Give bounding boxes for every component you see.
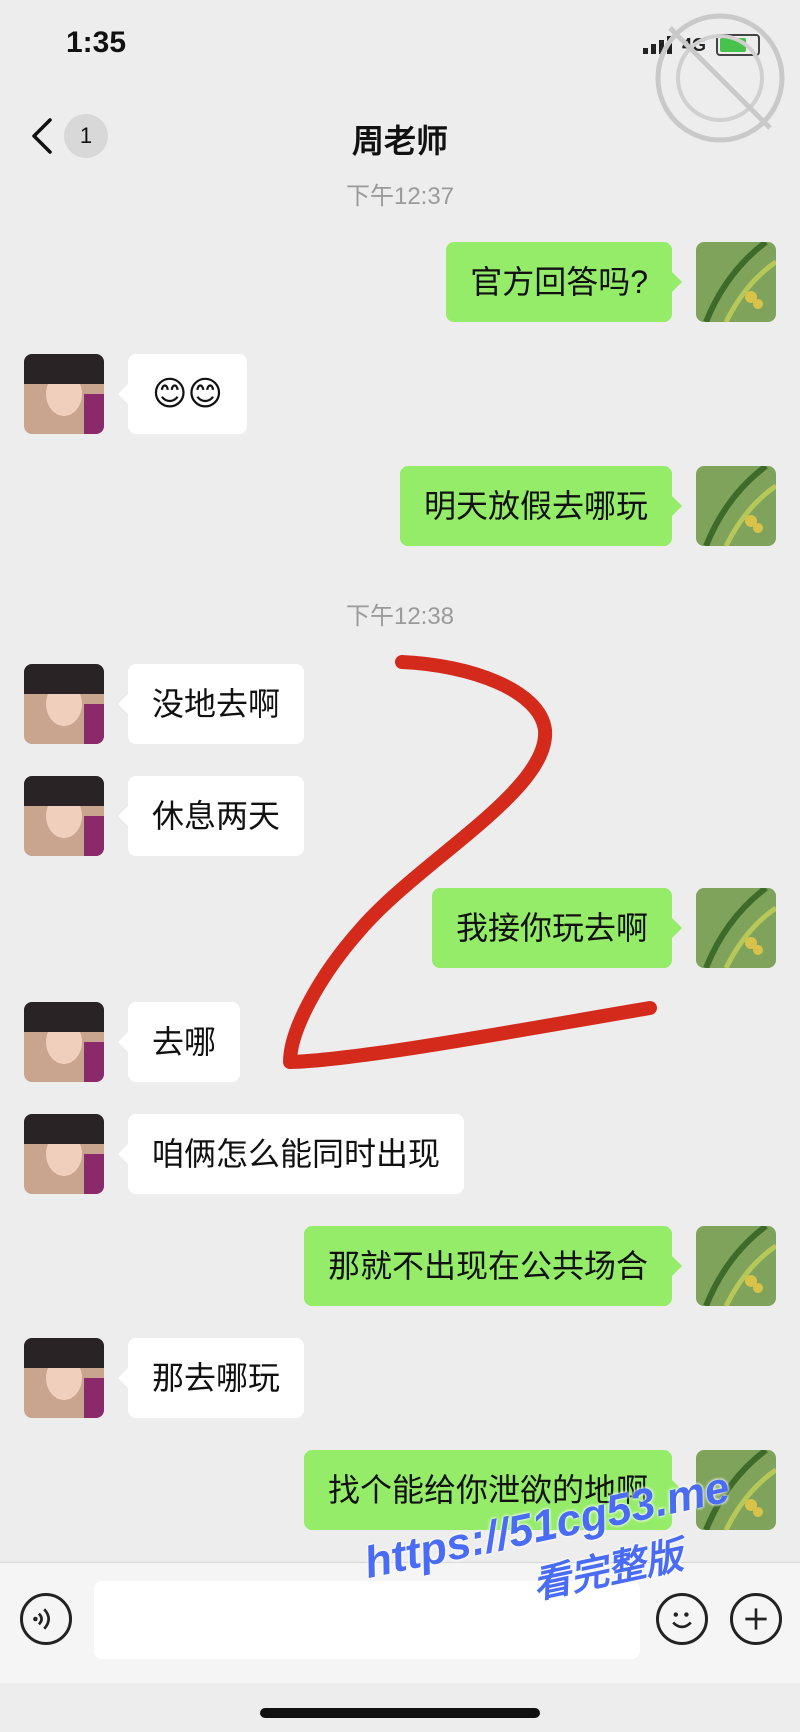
- contact-avatar[interactable]: [24, 1002, 104, 1082]
- message-row: 那就不出现在公共场合: [0, 1226, 800, 1306]
- message-bubble[interactable]: 咱俩怎么能同时出现: [117, 1114, 465, 1194]
- message-timestamp: 下午12:37: [345, 183, 455, 210]
- my-avatar[interactable]: [696, 888, 776, 968]
- message-bubble[interactable]: 去哪: [117, 1002, 241, 1082]
- message-timestamp: 下午12:38: [345, 603, 455, 630]
- message-bubble[interactable]: 休息两天: [117, 776, 305, 856]
- contact-avatar[interactable]: [24, 1338, 104, 1418]
- my-avatar[interactable]: [696, 466, 776, 546]
- voice-icon[interactable]: [20, 1593, 72, 1645]
- contact-avatar[interactable]: [24, 776, 104, 856]
- contact-avatar[interactable]: [24, 664, 104, 744]
- contact-avatar[interactable]: [24, 1114, 104, 1194]
- message-row: 休息两天: [0, 776, 800, 856]
- nav-bar: 1 周老师: [0, 100, 800, 170]
- message-bubble[interactable]: 我接你玩去啊: [431, 888, 683, 968]
- my-avatar[interactable]: [696, 242, 776, 322]
- message-bubble[interactable]: 没地去啊: [117, 664, 305, 744]
- message-bubble[interactable]: 那就不出现在公共场合: [303, 1226, 683, 1306]
- my-avatar[interactable]: [696, 1226, 776, 1306]
- message-row: 我接你玩去啊: [0, 888, 800, 968]
- message-row: 咱俩怎么能同时出现: [0, 1114, 800, 1194]
- home-indicator[interactable]: [260, 1708, 540, 1718]
- status-time: 1:35: [66, 26, 127, 59]
- message-row: 😊😊: [0, 354, 800, 434]
- message-row: 明天放假去哪玩: [0, 466, 800, 546]
- chat-title: 周老师: [351, 123, 448, 159]
- contact-avatar[interactable]: [24, 354, 104, 434]
- message-row: 去哪: [0, 1002, 800, 1082]
- message-bubble[interactable]: 那去哪玩: [117, 1338, 305, 1418]
- message-row: 那去哪玩: [0, 1338, 800, 1418]
- message-bubble[interactable]: 官方回答吗?: [446, 242, 682, 322]
- message-bubble[interactable]: 😊😊: [118, 354, 247, 434]
- message-row: 官方回答吗?: [0, 242, 800, 322]
- message-bubble[interactable]: 明天放假去哪玩: [399, 466, 683, 546]
- message-row: 没地去啊: [0, 664, 800, 744]
